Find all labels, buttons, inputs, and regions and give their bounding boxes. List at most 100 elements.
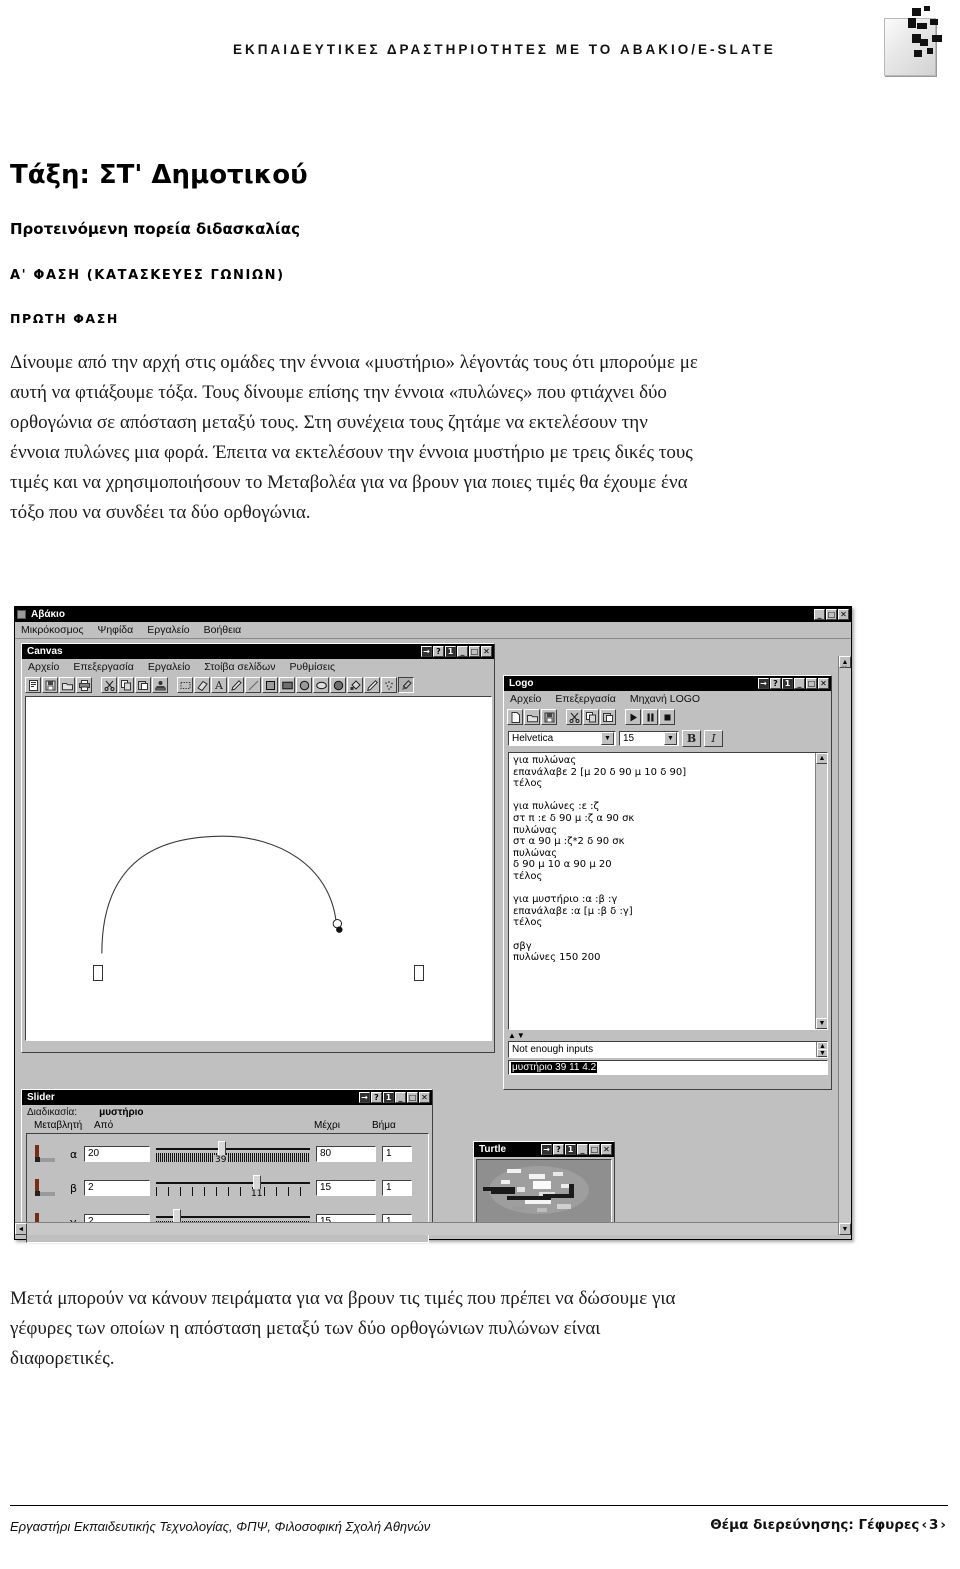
open-folder-icon[interactable] (59, 677, 75, 693)
app-horizontal-scrollbar[interactable]: ◄ (15, 1222, 838, 1235)
menu-item-edit[interactable]: Επεξεργασία (73, 661, 134, 673)
line-icon[interactable] (245, 677, 261, 693)
logo-code-scrollbar[interactable]: ▲ ▼ (815, 753, 827, 1029)
menu-item-file[interactable]: Αρχείο (28, 661, 59, 673)
minimize-button[interactable]: _ (577, 1144, 588, 1155)
logo-menubar[interactable]: Αρχείο Επεξεργασία Μηχανή LOGO (504, 691, 831, 707)
pause-icon[interactable] (642, 709, 658, 725)
scroll-up-button[interactable]: ▲ (816, 753, 827, 764)
slider-thumb[interactable] (253, 1175, 261, 1190)
canvas-titlebar-buttons[interactable]: → ? 1 _ □ ✕ (421, 646, 492, 657)
close-button[interactable]: ✕ (601, 1144, 612, 1155)
maximize-button[interactable]: □ (826, 609, 837, 620)
slider-titlebar-buttons[interactable]: → ? 1 _ □ ✕ (359, 1092, 430, 1103)
page-next-arrow[interactable]: › (940, 1517, 946, 1533)
help-button[interactable]: ? (371, 1092, 382, 1103)
paste-icon[interactable] (600, 709, 616, 725)
canvas-menubar[interactable]: Αρχείο Επεξεργασία Εργαλείο Στοίβα σελίδ… (22, 659, 494, 675)
copy-icon[interactable] (583, 709, 599, 725)
minimize-button[interactable]: _ (814, 609, 825, 620)
close-button[interactable]: ✕ (838, 609, 849, 620)
rectangle-fill-icon[interactable] (279, 677, 295, 693)
scroll-down-button[interactable]: ▼ (839, 1223, 851, 1235)
save-icon[interactable] (541, 709, 557, 725)
logo-titlebar-buttons[interactable]: → ? 1 _ □ ✕ (758, 678, 829, 689)
logo-window[interactable]: Logo → ? 1 _ □ ✕ Αρχείο Επεξεργασία Μηχα… (503, 675, 832, 1090)
square-outline-icon[interactable] (262, 677, 278, 693)
logo-code-editor[interactable]: για πυλώνας επανάλαβε 2 [μ 20 δ 90 μ 10 … (508, 752, 828, 1030)
menu-item-tile[interactable]: Ψηφίδα (98, 624, 134, 636)
info-button[interactable]: 1 (782, 678, 793, 689)
app-titlebar[interactable]: Αβάκιο _ □ ✕ (15, 607, 851, 622)
cut-scissors-icon[interactable] (101, 677, 117, 693)
abakio-application-window[interactable]: Αβάκιο _ □ ✕ Μικρόκοσμος Ψηφίδα Εργαλείο… (14, 606, 852, 1243)
font-family-select[interactable]: Helvetica ▼ (508, 731, 616, 746)
scroll-down-button[interactable]: ▼ (817, 1049, 827, 1057)
bold-button[interactable]: B (682, 730, 701, 747)
menu-item-microcosm[interactable]: Μικρόκοσμος (21, 624, 84, 636)
new-document-icon[interactable] (507, 709, 523, 725)
canvas-titlebar[interactable]: Canvas → ? 1 _ □ ✕ (22, 644, 494, 659)
slider-titlebar[interactable]: Slider → ? 1 _ □ ✕ (22, 1090, 432, 1105)
slider-window[interactable]: Slider → ? 1 _ □ ✕ Διαδικασία: μυστήριο … (21, 1089, 433, 1243)
slider-track[interactable]: 39 (156, 1139, 310, 1169)
turtle-titlebar-buttons[interactable]: → ? 1 _ □ ✕ (541, 1144, 612, 1155)
maximize-button[interactable]: □ (407, 1092, 418, 1103)
menu-item-settings[interactable]: Ρυθμίσεις (289, 661, 335, 673)
menu-item-tool[interactable]: Εργαλείο (148, 661, 190, 673)
close-button[interactable]: ✕ (818, 678, 829, 689)
maximize-button[interactable]: □ (806, 678, 817, 689)
pen-icon[interactable] (364, 677, 380, 693)
scroll-down-button[interactable]: ▼ (816, 1018, 827, 1029)
minimize-button[interactable]: _ (794, 678, 805, 689)
page-prev-arrow[interactable]: ‹ (921, 1517, 927, 1533)
eraser-icon[interactable] (194, 677, 210, 693)
chevron-down-icon[interactable]: ⌄ (840, 658, 849, 671)
slider-step-input[interactable]: 1 (382, 1180, 412, 1196)
help-button[interactable]: ? (553, 1144, 564, 1155)
turtle-window[interactable]: Turtle → ? 1 _ □ ✕ (473, 1141, 615, 1227)
menu-item-tool[interactable]: Εργαλείο (147, 624, 189, 636)
logo-titlebar[interactable]: Logo → ? 1 _ □ ✕ (504, 676, 831, 691)
history-down-icon[interactable]: ▼ (517, 1031, 525, 1040)
slider-from-input[interactable]: 2 (84, 1180, 150, 1196)
minimize-button[interactable]: _ (395, 1092, 406, 1103)
slider-from-input[interactable]: 20 (84, 1146, 150, 1162)
logo-error-scrollbar[interactable]: ▲ ▼ (816, 1042, 827, 1057)
stop-icon[interactable] (659, 709, 675, 725)
open-folder-icon[interactable] (524, 709, 540, 725)
app-menubar[interactable]: Μικρόκοσμος Ψηφίδα Εργαλείο Βοήθεια (15, 622, 851, 639)
paste-icon[interactable] (135, 677, 151, 693)
copy-icon[interactable] (118, 677, 134, 693)
app-titlebar-buttons[interactable]: _ □ ✕ (814, 609, 849, 620)
scroll-left-button[interactable]: ◄ (15, 1223, 27, 1235)
slider-thumb[interactable] (218, 1141, 226, 1156)
app-vertical-scrollbar[interactable]: ▲ ▼ (838, 656, 851, 1235)
new-document-icon[interactable] (25, 677, 41, 693)
marquee-select-icon[interactable] (177, 677, 193, 693)
pencil-icon[interactable] (228, 677, 244, 693)
detach-button[interactable]: → (758, 678, 769, 689)
font-size-select[interactable]: 15 ▼ (619, 731, 679, 746)
help-button[interactable]: ? (433, 646, 444, 657)
info-button[interactable]: 1 (565, 1144, 576, 1155)
slider-row[interactable]: α 20 39 80 1 (27, 1137, 428, 1171)
maximize-button[interactable]: □ (589, 1144, 600, 1155)
print-icon[interactable] (76, 677, 92, 693)
cut-scissors-icon[interactable] (566, 709, 582, 725)
slider-to-input[interactable]: 15 (316, 1180, 376, 1196)
text-icon[interactable]: A (211, 677, 227, 693)
menu-item-page-stack[interactable]: Στοίβα σελίδων (204, 661, 275, 673)
logo-font-toolbar[interactable]: Helvetica ▼ 15 ▼ B I (504, 727, 831, 750)
slider-to-input[interactable]: 80 (316, 1146, 376, 1162)
bucket-fill-icon[interactable] (347, 677, 363, 693)
canvas-window[interactable]: Canvas → ? 1 _ □ ✕ Αρχείο Επεξεργασία Ερ… (21, 643, 495, 1053)
ellipse-icon[interactable] (313, 677, 329, 693)
slider-step-input[interactable]: 1 (382, 1146, 412, 1162)
menu-item-edit[interactable]: Επεξεργασία (555, 693, 616, 705)
history-up-icon[interactable]: ▲ (508, 1031, 516, 1040)
chevron-down-icon[interactable]: ▼ (664, 732, 677, 745)
chevron-down-icon[interactable]: ▼ (601, 732, 614, 745)
stamp-icon[interactable] (152, 677, 168, 693)
slider-track[interactable]: 11 (156, 1173, 310, 1203)
